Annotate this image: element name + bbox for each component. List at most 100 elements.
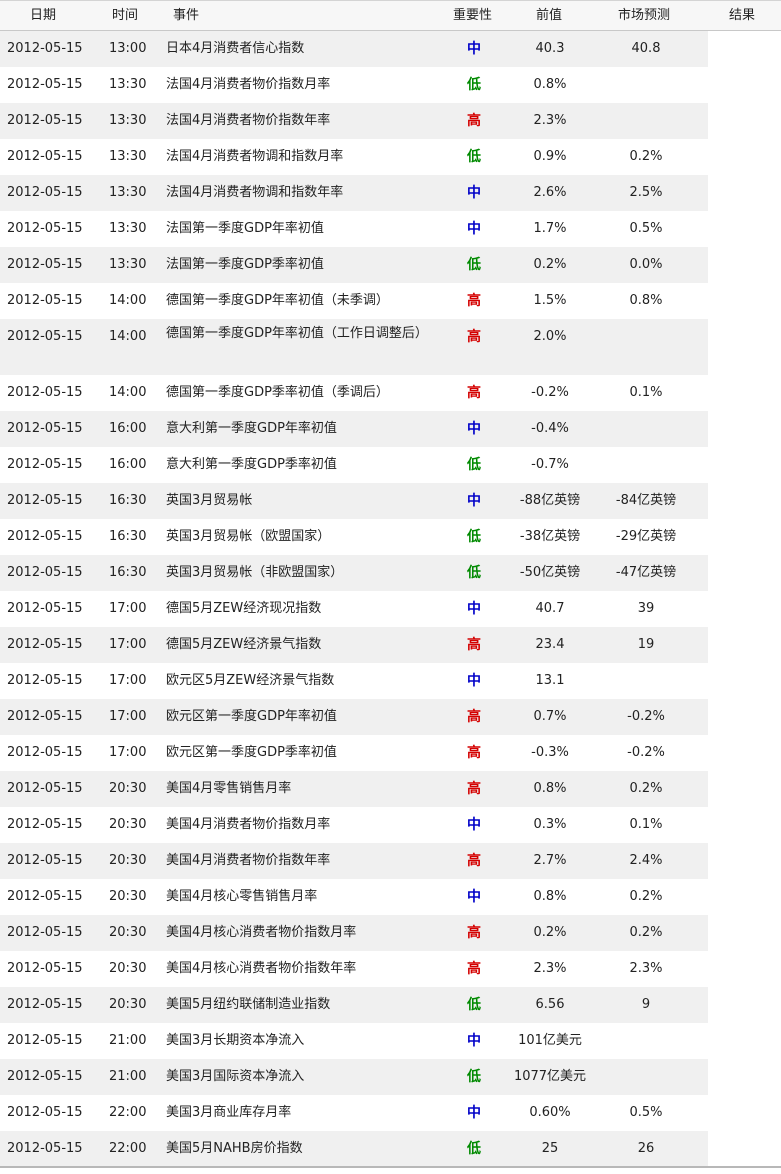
cell-previous: 1.7% [533, 221, 567, 236]
table-row[interactable]: 2012-05-15 17:00 欧元区第一季度GDP季率初值 高 -0.3% -0.2% [0, 735, 708, 771]
cell-date: 2012-05-15 [7, 329, 83, 344]
cell-forecast: -0.2% [627, 745, 665, 760]
cell-forecast: 19 [637, 637, 655, 652]
cell-forecast: 9 [641, 997, 651, 1012]
cell-event: 美国4月消费者物价指数年率 [166, 853, 331, 868]
cell-previous: 0.8% [533, 889, 567, 904]
importance-badge: 中 [467, 41, 481, 57]
cell-previous: 0.8% [533, 77, 567, 92]
cell-forecast: 39 [637, 601, 655, 616]
table-row[interactable]: 2012-05-15 17:00 德国5月ZEW经济现况指数 中 40.7 39 [0, 591, 708, 627]
cell-time: 16:30 [109, 493, 147, 508]
table-row[interactable]: 2012-05-15 16:00 意大利第一季度GDP季率初值 低 -0.7% [0, 447, 708, 483]
table-row[interactable]: 2012-05-15 21:00 美国3月长期资本净流入 中 101亿美元 [0, 1023, 708, 1059]
cell-event: 英国3月贸易帐（非欧盟国家） [166, 565, 344, 580]
cell-event: 法国4月消费者物调和指数月率 [166, 149, 344, 164]
importance-badge: 低 [467, 149, 481, 165]
cell-forecast: 2.4% [629, 853, 663, 868]
cell-previous: -0.3% [531, 745, 569, 760]
cell-event: 英国3月贸易帐 [166, 493, 253, 508]
cell-time: 20:30 [109, 925, 147, 940]
table-row[interactable]: 2012-05-15 20:30 美国5月纽约联储制造业指数 低 6.56 9 [0, 987, 708, 1023]
table-row[interactable]: 2012-05-15 13:30 法国第一季度GDP季率初值 低 0.2% 0.0% [0, 247, 708, 283]
table-row[interactable]: 2012-05-15 13:30 法国第一季度GDP年率初值 中 1.7% 0.5% [0, 211, 708, 247]
importance-badge: 低 [467, 77, 481, 93]
cell-forecast: -0.2% [627, 709, 665, 724]
column-header-event[interactable]: 事件 [173, 1, 199, 30]
table-row[interactable]: 2012-05-15 16:30 英国3月贸易帐（非欧盟国家） 低 -50亿英镑 -47亿… [0, 555, 708, 591]
cell-time: 14:00 [109, 293, 147, 308]
table-row[interactable]: 2012-05-15 20:30 美国4月消费者物价指数年率 高 2.7% 2.4% [0, 843, 708, 879]
column-header-result[interactable]: 结果 [729, 1, 755, 30]
table-row[interactable]: 2012-05-15 13:30 法国4月消费者物调和指数月率 低 0.9% 0.2% [0, 139, 708, 175]
table-row[interactable]: 2012-05-15 17:00 德国5月ZEW经济景气指数 高 23.4 19 [0, 627, 708, 663]
table-row[interactable]: 2012-05-15 20:30 美国4月核心零售销售月率 中 0.8% 0.2% [0, 879, 708, 915]
cell-forecast: -47亿英镑 [615, 565, 677, 580]
cell-date: 2012-05-15 [7, 385, 83, 400]
table-row[interactable]: 2012-05-15 17:00 欧元区第一季度GDP年率初值 高 0.7% -0.2% [0, 699, 708, 735]
cell-event: 美国3月长期资本净流入 [166, 1033, 305, 1048]
column-header-importance[interactable]: 重要性 [453, 1, 492, 30]
table-row[interactable]: 2012-05-15 21:00 美国3月国际资本净流入 低 1077亿美元 [0, 1059, 708, 1095]
importance-badge: 中 [467, 1033, 481, 1049]
cell-forecast: 0.1% [629, 385, 663, 400]
cell-event: 法国4月消费者物价指数年率 [166, 113, 331, 128]
cell-previous: -0.7% [531, 457, 569, 472]
column-header-time[interactable]: 时间 [112, 1, 138, 30]
cell-date: 2012-05-15 [7, 149, 83, 164]
table-row[interactable]: 2012-05-15 13:00 日本4月消费者信心指数 中 40.3 40.8 [0, 31, 708, 67]
table-row[interactable]: 2012-05-15 16:30 英国3月贸易帐（欧盟国家） 低 -38亿英镑 -29亿英… [0, 519, 708, 555]
cell-previous: -88亿英镑 [519, 493, 581, 508]
result-column-area [708, 31, 781, 1166]
cell-time: 16:00 [109, 421, 147, 436]
cell-previous: -0.4% [531, 421, 569, 436]
cell-forecast: 0.2% [629, 925, 663, 940]
importance-badge: 高 [467, 745, 481, 761]
table-row[interactable]: 2012-05-15 22:00 美国3月商业库存月率 中 0.60% 0.5% [0, 1095, 708, 1131]
cell-previous: 2.6% [533, 185, 567, 200]
cell-forecast: 40.8 [631, 41, 661, 56]
table-row[interactable]: 2012-05-15 16:30 英国3月贸易帐 中 -88亿英镑 -84亿英镑 [0, 483, 708, 519]
cell-date: 2012-05-15 [7, 673, 83, 688]
table-row[interactable]: 2012-05-15 20:30 美国4月零售销售月率 高 0.8% 0.2% [0, 771, 708, 807]
column-header-forecast[interactable]: 市场预测 [618, 1, 670, 30]
importance-badge: 高 [467, 293, 481, 309]
table-row[interactable]: 2012-05-15 20:30 美国4月核心消费者物价指数年率 高 2.3% 2.3% [0, 951, 708, 987]
cell-forecast: 0.0% [629, 257, 663, 272]
column-header-previous[interactable]: 前值 [536, 1, 562, 30]
table-row[interactable]: 2012-05-15 13:30 法国4月消费者物价指数年率 高 2.3% [0, 103, 708, 139]
cell-event: 欧元区第一季度GDP年率初值 [166, 709, 337, 724]
cell-event: 法国第一季度GDP季率初值 [166, 257, 324, 272]
cell-date: 2012-05-15 [7, 889, 83, 904]
cell-time: 13:30 [109, 185, 147, 200]
table-row[interactable]: 2012-05-15 17:00 欧元区5月ZEW经济景气指数 中 13.1 [0, 663, 708, 699]
cell-forecast: 0.2% [629, 889, 663, 904]
table-row[interactable]: 2012-05-15 20:30 美国4月核心消费者物价指数月率 高 0.2% 0.2% [0, 915, 708, 951]
cell-date: 2012-05-15 [7, 41, 83, 56]
table-row[interactable]: 2012-05-15 13:30 法国4月消费者物调和指数年率 中 2.6% 2.5% [0, 175, 708, 211]
cell-previous: 101亿美元 [518, 1033, 582, 1048]
cell-date: 2012-05-15 [7, 77, 83, 92]
cell-event: 美国3月国际资本净流入 [166, 1069, 305, 1084]
table-row[interactable]: 2012-05-15 14:00 德国第一季度GDP季率初值（季调后） 高 -0.2% 0… [0, 375, 708, 411]
cell-date: 2012-05-15 [7, 961, 83, 976]
cell-time: 20:30 [109, 781, 147, 796]
cell-date: 2012-05-15 [7, 293, 83, 308]
cell-forecast: 0.8% [629, 293, 663, 308]
importance-badge: 高 [467, 853, 481, 869]
table-row[interactable]: 2012-05-15 13:30 法国4月消费者物价指数月率 低 0.8% [0, 67, 708, 103]
importance-badge: 中 [467, 421, 481, 437]
importance-badge: 低 [467, 457, 481, 473]
table-row[interactable]: 2012-05-15 14:00 德国第一季度GDP年率初值（工作日调整后） 高 2.0… [0, 319, 708, 375]
importance-badge: 高 [467, 709, 481, 725]
cell-time: 13:00 [109, 41, 147, 56]
table-row[interactable]: 2012-05-15 20:30 美国4月消费者物价指数月率 中 0.3% 0.1% [0, 807, 708, 843]
column-header-date[interactable]: 日期 [30, 1, 56, 30]
table-row[interactable]: 2012-05-15 16:00 意大利第一季度GDP年率初值 中 -0.4% [0, 411, 708, 447]
cell-previous: 2.3% [533, 961, 567, 976]
table-row[interactable]: 2012-05-15 22:00 美国5月NAHB房价指数 低 25 26 [0, 1131, 708, 1167]
table-row[interactable]: 2012-05-15 14:00 德国第一季度GDP年率初值（未季调） 高 1.5% 0.… [0, 283, 708, 319]
cell-forecast: 0.5% [629, 221, 663, 236]
cell-date: 2012-05-15 [7, 221, 83, 236]
cell-previous: 2.0% [533, 329, 567, 344]
